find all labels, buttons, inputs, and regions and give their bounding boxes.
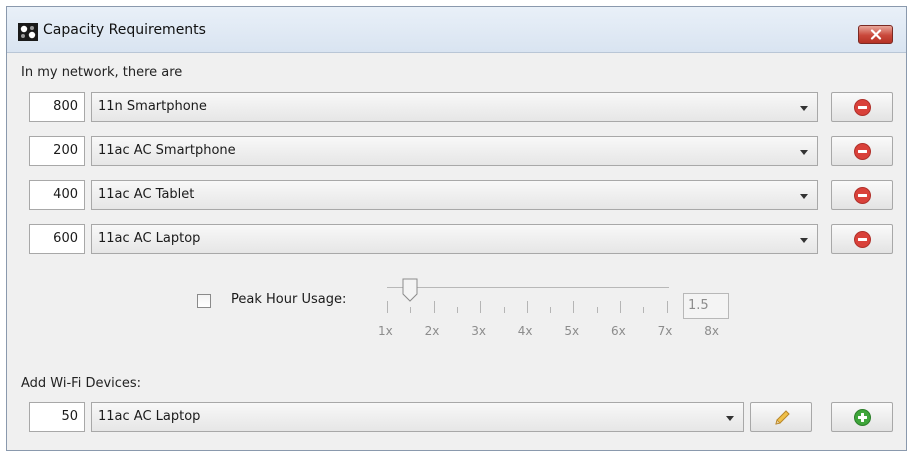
peak-hour-slider[interactable]: 1x 2x 3x 4x 5x 6x 7x 8x — [377, 275, 719, 345]
slider-major-tick — [666, 301, 668, 313]
close-button[interactable] — [858, 25, 893, 44]
peak-hour-value: 1.5 — [683, 293, 729, 319]
title-bar: Capacity Requirements — [7, 7, 906, 53]
device-type-select[interactable]: 11n Smartphone — [91, 92, 818, 122]
device-type-select[interactable]: 11ac AC Smartphone — [91, 136, 818, 166]
device-type-value: 11ac AC Laptop — [98, 231, 201, 246]
remove-row-button[interactable] — [831, 92, 893, 122]
slider-major-tick — [387, 301, 388, 313]
chevron-down-icon — [800, 194, 808, 199]
device-count-input[interactable]: 400 — [29, 180, 85, 210]
remove-row-button[interactable] — [831, 180, 893, 210]
add-circle-icon — [854, 409, 871, 426]
slider-tick-label: 5x — [564, 324, 580, 338]
slider-minor-tick — [503, 307, 505, 313]
remove-circle-icon — [854, 187, 871, 204]
edit-device-button[interactable] — [750, 402, 812, 432]
slider-major-tick — [573, 301, 575, 313]
slider-tick-label: 8x — [704, 324, 719, 338]
device-type-select[interactable]: 11ac AC Laptop — [91, 224, 818, 254]
device-count-input[interactable]: 200 — [29, 136, 85, 166]
device-type-select[interactable]: 11ac AC Tablet — [91, 180, 818, 210]
slider-track — [387, 287, 669, 288]
slider-major-tick — [526, 301, 528, 313]
device-type-value: 11ac AC Smartphone — [98, 143, 236, 158]
remove-row-button[interactable] — [831, 224, 893, 254]
slider-major-tick — [620, 301, 621, 313]
slider-thumb[interactable] — [402, 278, 418, 302]
device-type-value: 11ac AC Tablet — [98, 187, 195, 202]
slider-tick-label: 3x — [471, 324, 486, 338]
chevron-down-icon — [800, 150, 808, 155]
capacity-requirements-window: Capacity Requirements In my network, the… — [6, 6, 907, 451]
slider-minor-tick — [596, 307, 598, 313]
app-icon — [18, 23, 38, 41]
slider-minor-tick — [456, 307, 458, 313]
peak-hour-label: Peak Hour Usage: — [231, 292, 347, 307]
add-device-type-select[interactable]: 11ac AC Laptop — [91, 402, 744, 432]
peak-hour-checkbox[interactable] — [197, 294, 211, 308]
slider-major-tick — [480, 301, 482, 313]
slider-minor-tick — [643, 307, 645, 313]
slider-tick-label: 1x — [378, 324, 393, 338]
chevron-down-icon — [800, 106, 808, 111]
remove-circle-icon — [854, 231, 871, 248]
remove-circle-icon — [854, 99, 871, 116]
close-x-icon — [870, 29, 882, 40]
add-device-button[interactable] — [831, 402, 893, 432]
slider-tick-label: 2x — [424, 324, 440, 338]
remove-row-button[interactable] — [831, 136, 893, 166]
chevron-down-icon — [726, 416, 734, 421]
slider-tick-label: 6x — [611, 324, 626, 338]
network-label: In my network, there are — [21, 65, 183, 80]
remove-circle-icon — [854, 143, 871, 160]
slider-minor-tick — [550, 307, 552, 313]
device-count-input[interactable]: 800 — [29, 92, 85, 122]
slider-major-tick — [433, 301, 435, 313]
device-type-value: 11n Smartphone — [98, 99, 207, 114]
add-devices-label: Add Wi-Fi Devices: — [21, 376, 142, 391]
pencil-icon — [775, 410, 790, 425]
add-count-input[interactable]: 50 — [29, 402, 85, 432]
add-device-type-value: 11ac AC Laptop — [98, 409, 201, 424]
chevron-down-icon — [800, 238, 808, 243]
slider-tick-label: 7x — [657, 324, 673, 338]
window-title: Capacity Requirements — [43, 22, 206, 38]
slider-tick-label: 4x — [517, 324, 533, 338]
device-count-input[interactable]: 600 — [29, 224, 85, 254]
slider-minor-tick — [410, 307, 412, 313]
